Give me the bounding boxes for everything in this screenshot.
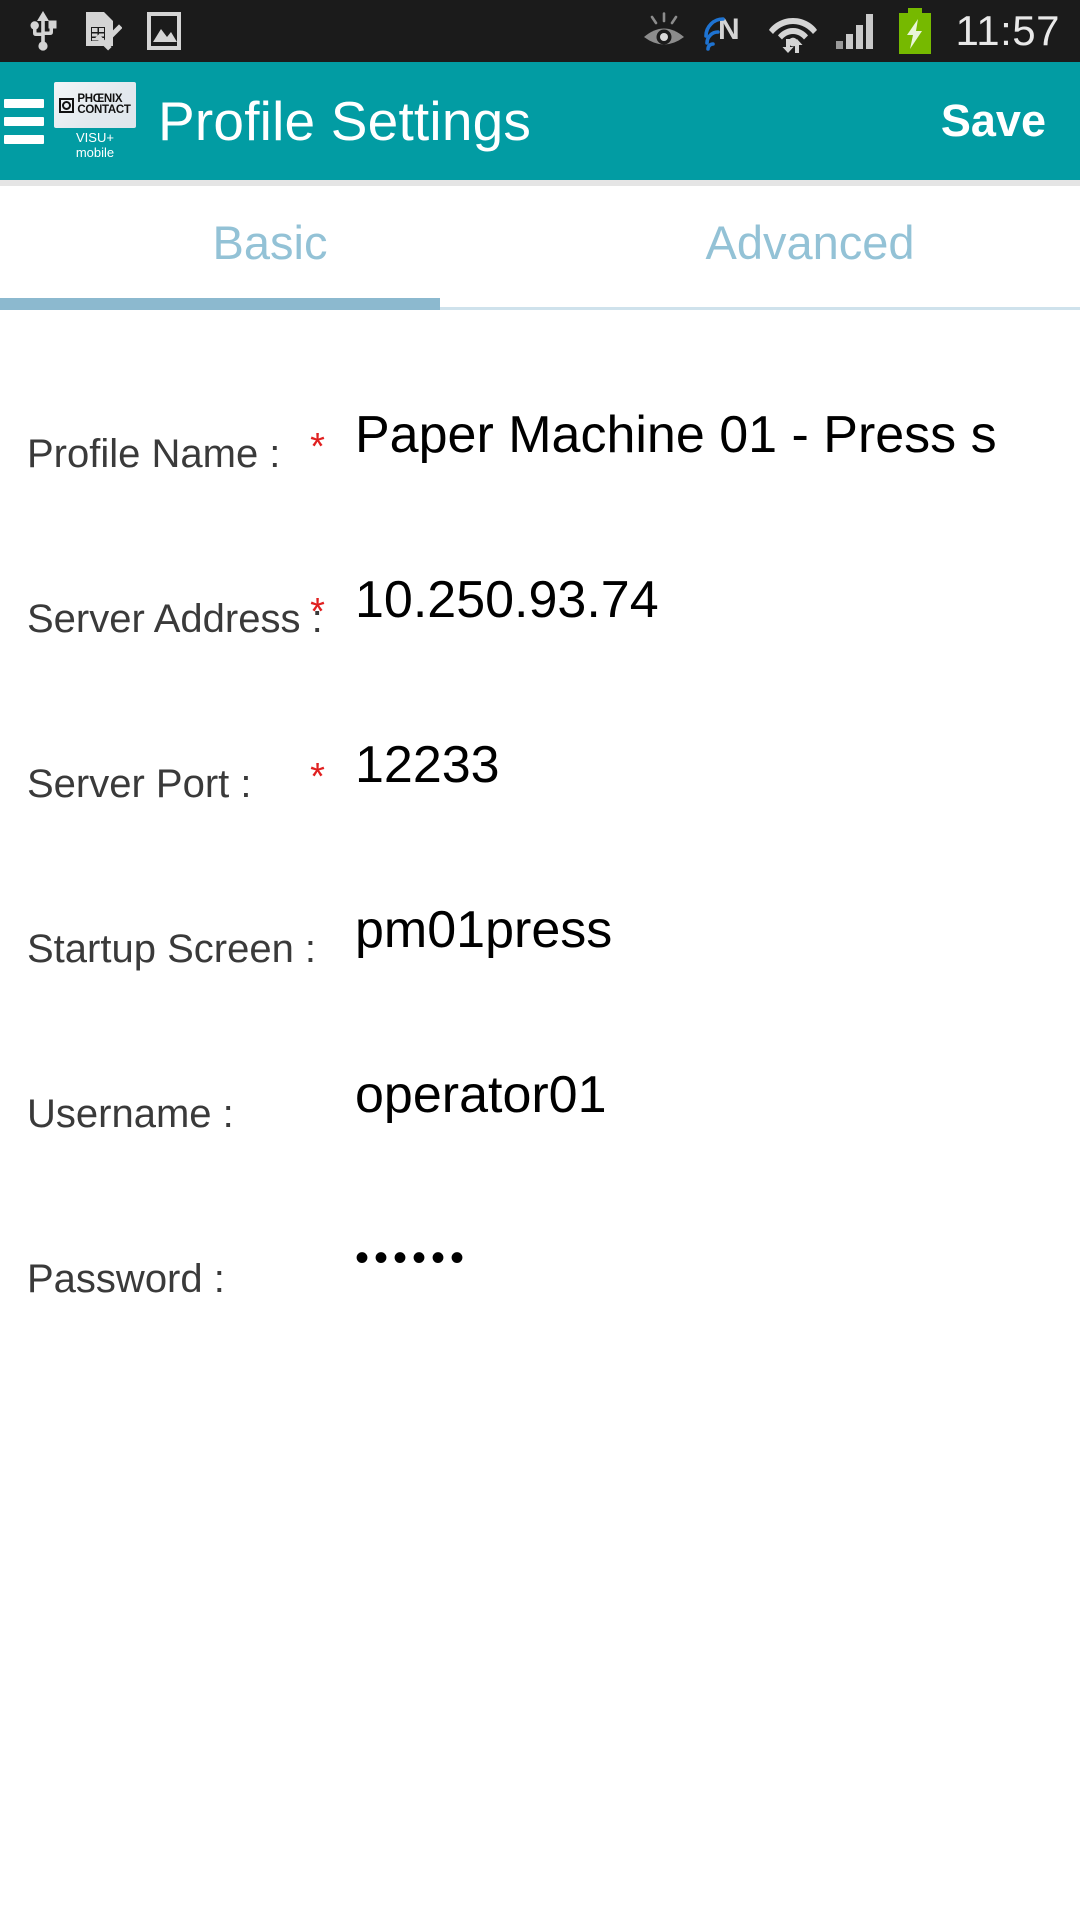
server-port-value: 12233 <box>355 736 500 794</box>
profile-name-required-marker: * <box>310 426 325 468</box>
status-bar-clock: 11:57 <box>955 7 1060 54</box>
status-bar-left-icons <box>0 10 184 52</box>
app-logo-subtitle-line-1: VISU+ <box>76 130 114 146</box>
hamburger-bar-2 <box>4 116 44 126</box>
password-input[interactable]: •••••• <box>335 1201 1080 1285</box>
status-bar[interactable]: N 11:57 <box>0 0 1080 62</box>
server-port-input[interactable]: 12233 <box>335 706 1080 794</box>
app-logo: PHŒNIX CONTACT VISU+ mobile <box>50 82 140 159</box>
form-row-server-address: Server Address : * 10.250.93.74 <box>0 541 1080 706</box>
startup-screen-input[interactable]: pm01press <box>335 871 1080 959</box>
form-row-profile-name: Profile Name : * Paper Machine 01 - Pres… <box>0 376 1080 541</box>
page-title: Profile Settings <box>158 90 532 152</box>
server-address-required-marker: * <box>310 591 325 633</box>
tab-advanced[interactable]: Advanced <box>540 186 1080 298</box>
tab-indicator-inactive <box>440 307 1080 310</box>
hamburger-bar-3 <box>4 134 44 144</box>
usb-icon <box>30 11 57 51</box>
username-required-spacer <box>300 1036 335 1086</box>
tab-basic-label: Basic <box>212 215 328 269</box>
app-logo-subtitle-line-2: mobile <box>75 144 115 160</box>
password-label: Password : <box>27 1257 225 1301</box>
tab-indicator-active <box>0 298 440 310</box>
phoenix-contact-logo-mark <box>59 97 75 113</box>
form-row-username: Username : operator01 <box>0 1036 1080 1201</box>
startup-screen-label: Startup Screen : <box>27 927 317 971</box>
status-bar-right-icons: N 11:57 <box>640 0 1061 62</box>
phoenix-contact-logo: PHŒNIX CONTACT <box>54 82 136 129</box>
form-row-server-port: Server Port : * 12233 <box>0 706 1080 871</box>
form-row-startup-screen: Startup Screen : pm01press <box>0 871 1080 1036</box>
battery-charging-icon <box>898 8 931 54</box>
username-value: operator01 <box>355 1066 607 1124</box>
logo-line-2: CONTACT <box>77 104 131 117</box>
tab-indicator-bar <box>0 298 1080 310</box>
server-address-value: 10.250.93.74 <box>355 571 659 629</box>
screenshot-image-icon <box>147 12 181 50</box>
hamburger-bar-1 <box>4 98 44 108</box>
phoenix-contact-logo-text: PHŒNIX CONTACT <box>77 93 131 117</box>
save-button[interactable]: Save <box>941 95 1046 147</box>
tab-bar: Basic Advanced <box>0 186 1080 298</box>
server-address-input[interactable]: 10.250.93.74 <box>335 541 1080 629</box>
server-address-label: Server Address : <box>27 597 323 641</box>
wifi-transfer-icon <box>768 18 817 53</box>
password-value: •••••• <box>355 1236 470 1280</box>
username-input[interactable]: operator01 <box>335 1036 1080 1124</box>
form-row-password: Password : •••••• <box>0 1201 1080 1366</box>
hamburger-menu-icon[interactable] <box>4 98 44 144</box>
profile-name-label: Profile Name : <box>27 432 281 476</box>
profile-name-value: Paper Machine 01 - Press s <box>355 406 997 464</box>
tab-basic[interactable]: Basic <box>0 186 540 298</box>
profile-settings-form: Profile Name : * Paper Machine 01 - Pres… <box>0 310 1080 1366</box>
profile-name-input[interactable]: Paper Machine 01 - Press s <box>335 376 1080 464</box>
smart-stay-eye-icon <box>643 12 684 45</box>
password-required-spacer <box>300 1201 335 1251</box>
server-port-required-marker: * <box>310 756 325 798</box>
app-logo-subtitle: VISU+ mobile <box>76 131 114 159</box>
no-sim-card-icon <box>86 12 122 51</box>
startup-screen-value: pm01press <box>355 901 613 959</box>
username-label: Username : <box>27 1092 234 1136</box>
nfc-icon: N <box>703 13 739 51</box>
cellular-signal-icon <box>835 14 873 49</box>
startup-screen-required-spacer <box>300 871 335 921</box>
app-bar: PHŒNIX CONTACT VISU+ mobile Profile Sett… <box>0 62 1080 180</box>
tab-advanced-label: Advanced <box>705 215 915 269</box>
server-port-label: Server Port : <box>27 762 252 806</box>
